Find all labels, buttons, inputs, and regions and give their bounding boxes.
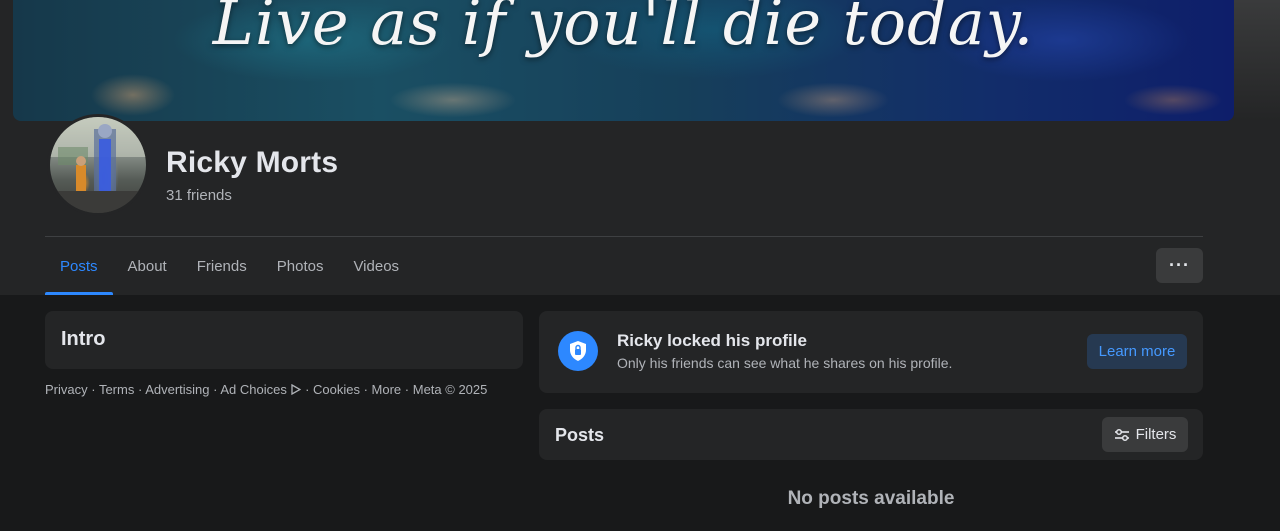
more-horizontal-icon: ··· — [1169, 255, 1190, 275]
cover-quote: Live as if you'll die today. — [212, 0, 1035, 59]
footer-separator: · — [359, 382, 372, 397]
shield-lock-icon — [558, 331, 598, 371]
profile-page: Live as if you'll die today. Ricky Morts… — [0, 0, 1280, 531]
cover-photo[interactable]: Live as if you'll die today. — [13, 0, 1234, 121]
profile-name: Ricky Morts — [166, 146, 339, 179]
footer-link-cookies[interactable]: Cookies — [313, 382, 360, 397]
footer-separator: · — [301, 382, 314, 397]
tab-photos[interactable]: Photos — [262, 237, 339, 295]
posts-title: Posts — [555, 425, 605, 445]
avatar-image — [50, 117, 146, 213]
locked-notice-description: Only his friends can see what he shares … — [617, 355, 953, 371]
footer-copyright: Meta © 2025 — [412, 382, 488, 397]
footer-separator: · — [134, 382, 146, 397]
footer-links: Privacy · Terms · Advertising · Ad Choic… — [45, 382, 523, 398]
filters-label: Filters — [1135, 426, 1177, 443]
tab-videos[interactable]: Videos — [338, 237, 414, 295]
filters-button[interactable]: Filters — [1102, 417, 1188, 452]
ad-choices-icon — [291, 383, 302, 396]
sliders-icon — [1114, 428, 1129, 441]
cover-edge — [1234, 0, 1280, 121]
footer-separator: · — [87, 382, 99, 397]
empty-posts-message: No posts available — [787, 488, 955, 509]
footer-separator: · — [401, 382, 413, 397]
footer-link-ad-choices[interactable]: Ad Choices — [220, 382, 302, 397]
footer-link-more[interactable]: More — [372, 382, 402, 397]
more-options-button[interactable]: ··· — [1156, 248, 1203, 283]
tab-friends[interactable]: Friends — [182, 237, 262, 295]
intro-card: Intro — [45, 311, 523, 369]
footer-link-terms[interactable]: Terms — [99, 382, 134, 397]
footer-link-privacy[interactable]: Privacy — [45, 382, 88, 397]
intro-title: Intro — [61, 328, 106, 350]
posts-header-card: Posts Filters — [539, 409, 1203, 460]
friends-count[interactable]: 31 friends — [166, 187, 232, 204]
profile-header: Live as if you'll die today. Ricky Morts… — [0, 0, 1280, 295]
learn-more-button[interactable]: Learn more — [1087, 334, 1187, 369]
footer-separator: · — [209, 382, 221, 397]
tab-posts[interactable]: Posts — [45, 237, 113, 295]
ad-choices-label: Ad Choices — [220, 382, 287, 397]
profile-tabs: Posts About Friends Photos Videos — [45, 237, 414, 295]
avatar[interactable] — [47, 114, 149, 216]
locked-notice-title: Ricky locked his profile — [617, 331, 807, 350]
tab-about[interactable]: About — [113, 237, 182, 295]
footer-link-advertising[interactable]: Advertising — [145, 382, 209, 397]
locked-profile-notice: Ricky locked his profile Only his friend… — [539, 311, 1203, 393]
